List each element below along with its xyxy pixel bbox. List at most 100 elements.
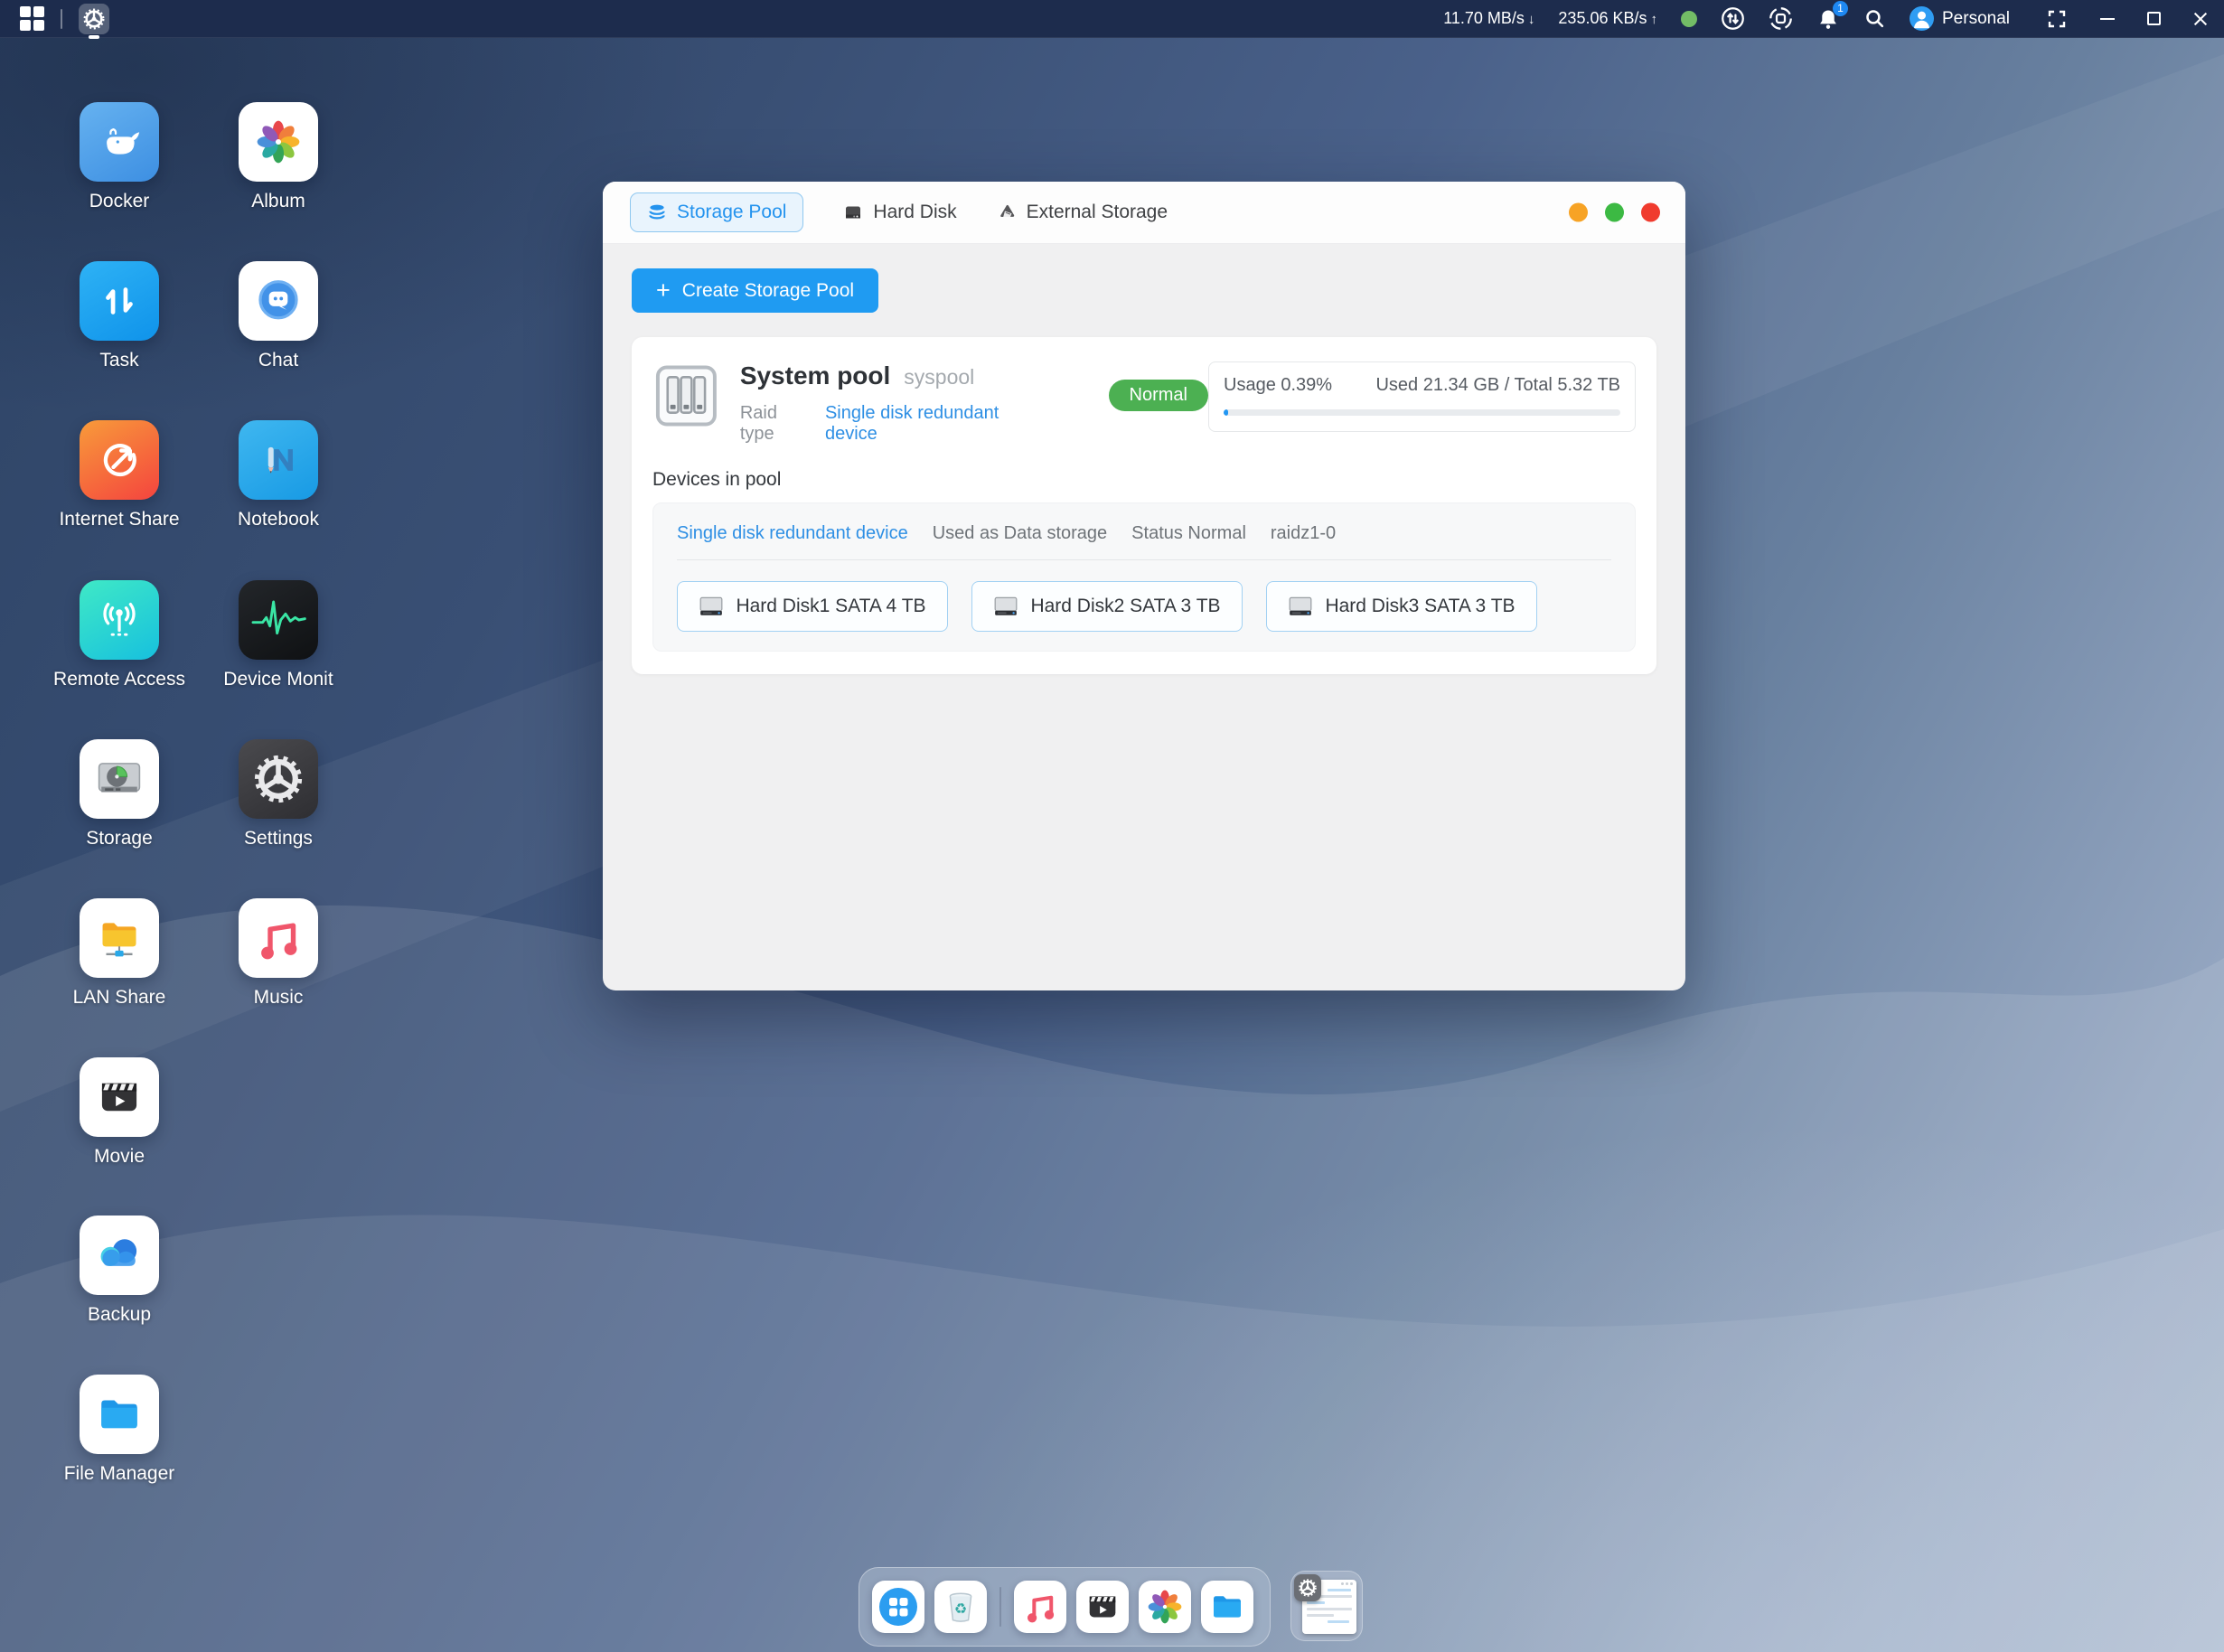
folder-icon <box>1207 1587 1247 1627</box>
desktop-icon-settings[interactable]: Settings <box>199 739 358 849</box>
fullscreen-icon <box>2046 8 2068 30</box>
recycle-bin-icon: ♻ <box>941 1587 981 1627</box>
desktop-icon-label: LAN Share <box>40 987 199 1009</box>
create-button-label: Create Storage Pool <box>682 280 854 302</box>
usage-box: Usage 0.39% Used 21.34 GB / Total 5.32 T… <box>1208 361 1636 432</box>
window-maximize-dot[interactable] <box>1605 203 1624 222</box>
tab-hard-disk[interactable]: Hard Disk <box>843 202 956 223</box>
desktop-icon-movie[interactable]: Movie <box>40 1057 199 1168</box>
disk-chip-3[interactable]: Hard Disk3 SATA 3 TB <box>1266 581 1537 632</box>
dock-album[interactable] <box>1139 1581 1191 1633</box>
app-launcher-icon <box>877 1586 919 1628</box>
person-icon <box>1910 6 1934 31</box>
status-dot-icon <box>1681 11 1697 27</box>
antenna-icon <box>80 580 159 660</box>
dock-file-manager[interactable] <box>1201 1581 1253 1633</box>
dock-movie[interactable] <box>1076 1581 1129 1633</box>
network-folder-icon <box>80 898 159 978</box>
download-speed: 11.70 MB/s↓ <box>1443 9 1534 28</box>
disk-chip-label: Hard Disk3 SATA 3 TB <box>1325 596 1515 617</box>
disk-chip-2[interactable]: Hard Disk2 SATA 3 TB <box>971 581 1243 632</box>
minimize-button[interactable] <box>2100 18 2115 20</box>
desktop-icon-label: Settings <box>199 828 358 849</box>
usage-progress-fill <box>1224 409 1228 416</box>
hdd-pie-icon <box>80 739 159 819</box>
hdd-drive-icon <box>699 596 724 617</box>
notebook-icon <box>239 420 318 500</box>
fullscreen-button[interactable] <box>2046 8 2068 30</box>
desktop-icon-chat[interactable]: Chat <box>199 261 358 371</box>
group-status: Status Normal <box>1131 523 1246 544</box>
desktop-icon-label: Internet Share <box>40 509 199 530</box>
transfer-icon <box>1721 6 1745 31</box>
desktop-icon-album[interactable]: Album <box>199 102 358 212</box>
desktop-icon-label: Docker <box>40 191 199 212</box>
dock-storage-window-thumbnail[interactable] <box>1290 1571 1363 1641</box>
taskbar-storage-app-button[interactable] <box>79 4 109 34</box>
svg-text:♻: ♻ <box>954 1601 967 1617</box>
disk-chip-label: Hard Disk2 SATA 3 TB <box>1030 596 1220 617</box>
pool-alias: syspool <box>904 365 974 390</box>
desktop-icon-notebook[interactable]: Notebook <box>199 420 358 530</box>
screen-record-button[interactable] <box>1769 6 1793 31</box>
search-icon <box>1863 7 1886 30</box>
screen-record-icon <box>1769 6 1793 31</box>
desktop-icon-internet-share[interactable]: Internet Share <box>40 420 199 530</box>
disk-chip-label: Hard Disk1 SATA 4 TB <box>736 596 925 617</box>
desktop-icon-lan-share[interactable]: LAN Share <box>40 898 199 1009</box>
hdd-drive-icon <box>993 596 1018 617</box>
desktop-icon-file-manager[interactable]: File Manager <box>40 1375 199 1485</box>
clapperboard-icon <box>1084 1588 1121 1626</box>
hard-disk-icon <box>843 202 863 222</box>
nas-enclosure-icon <box>652 361 720 430</box>
tab-label: Storage Pool <box>677 202 786 223</box>
desktop-icon-label: Music <box>199 987 358 1009</box>
running-indicator <box>89 35 99 39</box>
search-button[interactable] <box>1863 7 1886 30</box>
close-button[interactable] <box>2193 12 2208 26</box>
used-total-text: Used 21.34 GB / Total 5.32 TB <box>1375 375 1620 396</box>
desktop-icon-music[interactable]: Music <box>199 898 358 1009</box>
album-pinwheel-icon <box>239 102 318 182</box>
notifications-button[interactable]: 1 <box>1816 7 1840 31</box>
desktop-icon-task[interactable]: Task <box>40 261 199 371</box>
raid-type-link[interactable]: Single disk redundant device <box>825 403 1053 445</box>
task-arrows-icon <box>80 261 159 341</box>
album-pinwheel-icon <box>1145 1587 1185 1627</box>
desktop-icon-label: Remote Access <box>40 669 199 690</box>
usage-progress-track <box>1224 409 1620 416</box>
desktop-icon-backup[interactable]: Backup <box>40 1216 199 1326</box>
taskbar-divider <box>61 9 62 29</box>
music-note-icon <box>239 898 318 978</box>
user-label: Personal <box>1942 9 2010 29</box>
disk-chip-1[interactable]: Hard Disk1 SATA 4 TB <box>677 581 948 632</box>
dock-recycle-bin[interactable]: ♻ <box>934 1581 987 1633</box>
maximize-button[interactable] <box>2147 12 2161 25</box>
desktop-icon-docker[interactable]: Docker <box>40 102 199 212</box>
window-minimize-dot[interactable] <box>1569 203 1588 222</box>
pool-name: System pool <box>740 361 890 390</box>
dock-music[interactable] <box>1014 1581 1066 1633</box>
group-raid-type-link[interactable]: Single disk redundant device <box>677 523 908 544</box>
desktop-icon-label: Backup <box>40 1304 199 1326</box>
desktop-icon-remote-access[interactable]: Remote Access <box>40 580 199 690</box>
external-storage-icon <box>997 202 1017 222</box>
create-storage-pool-button[interactable]: + Create Storage Pool <box>632 268 878 313</box>
desktop-icon-label: Device Monit <box>199 669 358 690</box>
desktop-icon-device-monit[interactable]: Device Monit <box>199 580 358 690</box>
tab-storage-pool[interactable]: Storage Pool <box>630 192 803 232</box>
cloud-icon <box>80 1216 159 1295</box>
storage-pool-icon <box>647 202 667 222</box>
desktop-icon-label: Album <box>199 191 358 212</box>
status-badge: Normal <box>1109 380 1208 411</box>
window-close-dot[interactable] <box>1641 203 1660 222</box>
upload-speed: 235.06 KB/s↑ <box>1558 9 1657 28</box>
start-menu-button[interactable] <box>20 6 44 31</box>
storage-pool-card: System pool syspool Raid type Single dis… <box>632 337 1656 674</box>
desktop-icon-label: Task <box>40 350 199 371</box>
dock-app-launcher[interactable] <box>872 1581 924 1633</box>
tab-external-storage[interactable]: External Storage <box>997 202 1168 223</box>
transfer-button[interactable] <box>1721 6 1745 31</box>
desktop-icon-storage[interactable]: Storage <box>40 739 199 849</box>
user-menu[interactable]: Personal <box>1910 6 2010 31</box>
